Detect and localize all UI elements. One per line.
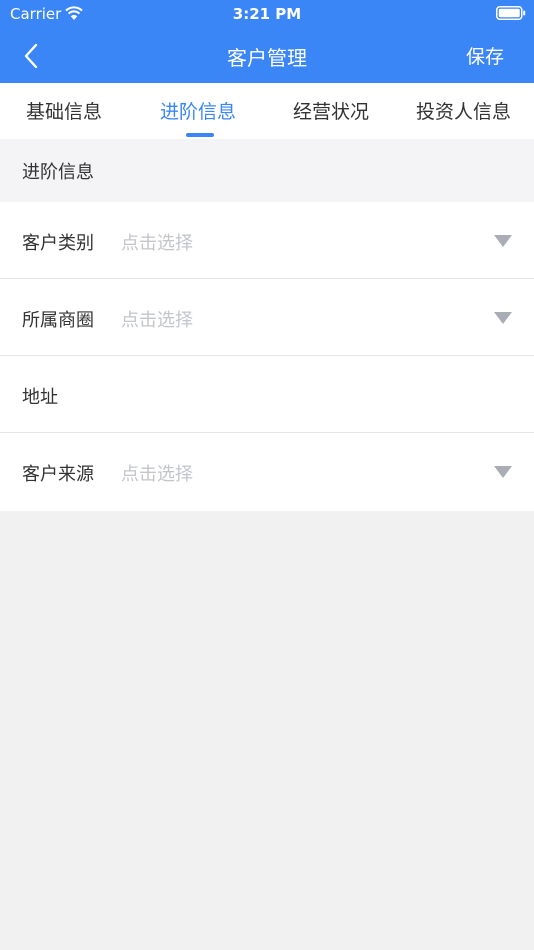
triangle-down-icon [494, 466, 512, 478]
navigation-bar: 客户管理 保存 [0, 28, 534, 83]
tab-advanced-info[interactable]: 进阶信息 [160, 97, 236, 124]
tab-basic-info[interactable]: 基础信息 [26, 97, 102, 124]
triangle-down-icon [494, 235, 512, 247]
top-bar: Carrier 3:21 PM 客户管理 保存 [0, 0, 534, 83]
section-title: 进阶信息 [22, 162, 94, 183]
active-tab-indicator [186, 133, 214, 137]
business-district-label: 所属商圈 [22, 310, 94, 331]
customer-source-placeholder: 点击选择 [121, 464, 193, 485]
save-button[interactable]: 保存 [466, 42, 504, 69]
customer-category-placeholder: 点击选择 [121, 233, 193, 254]
tab-investor-info[interactable]: 投资人信息 [416, 97, 511, 124]
address-field[interactable]: 地址 [0, 356, 534, 433]
triangle-down-icon [494, 312, 512, 324]
status-bar: Carrier 3:21 PM [0, 0, 534, 28]
customer-source-label: 客户来源 [22, 464, 94, 485]
advanced-info-form: 客户类别 点击选择 所属商圈 点击选择 地址 客户来源 点击选择 [0, 202, 534, 511]
customer-category-label: 客户类别 [22, 233, 94, 254]
page-title: 客户管理 [227, 46, 307, 70]
business-district-placeholder: 点击选择 [121, 310, 193, 331]
customer-category-select[interactable]: 客户类别 点击选择 [0, 202, 534, 279]
address-label: 地址 [22, 387, 58, 408]
status-time: 3:21 PM [232, 5, 302, 23]
battery-icon [496, 6, 526, 20]
tab-business-status[interactable]: 经营状况 [293, 97, 369, 124]
business-district-select[interactable]: 所属商圈 点击选择 [0, 279, 534, 356]
section-header: 进阶信息 [0, 139, 534, 202]
tab-bar: 基础信息 进阶信息 经营状况 投资人信息 [0, 83, 534, 139]
customer-source-select[interactable]: 客户来源 点击选择 [0, 433, 534, 511]
